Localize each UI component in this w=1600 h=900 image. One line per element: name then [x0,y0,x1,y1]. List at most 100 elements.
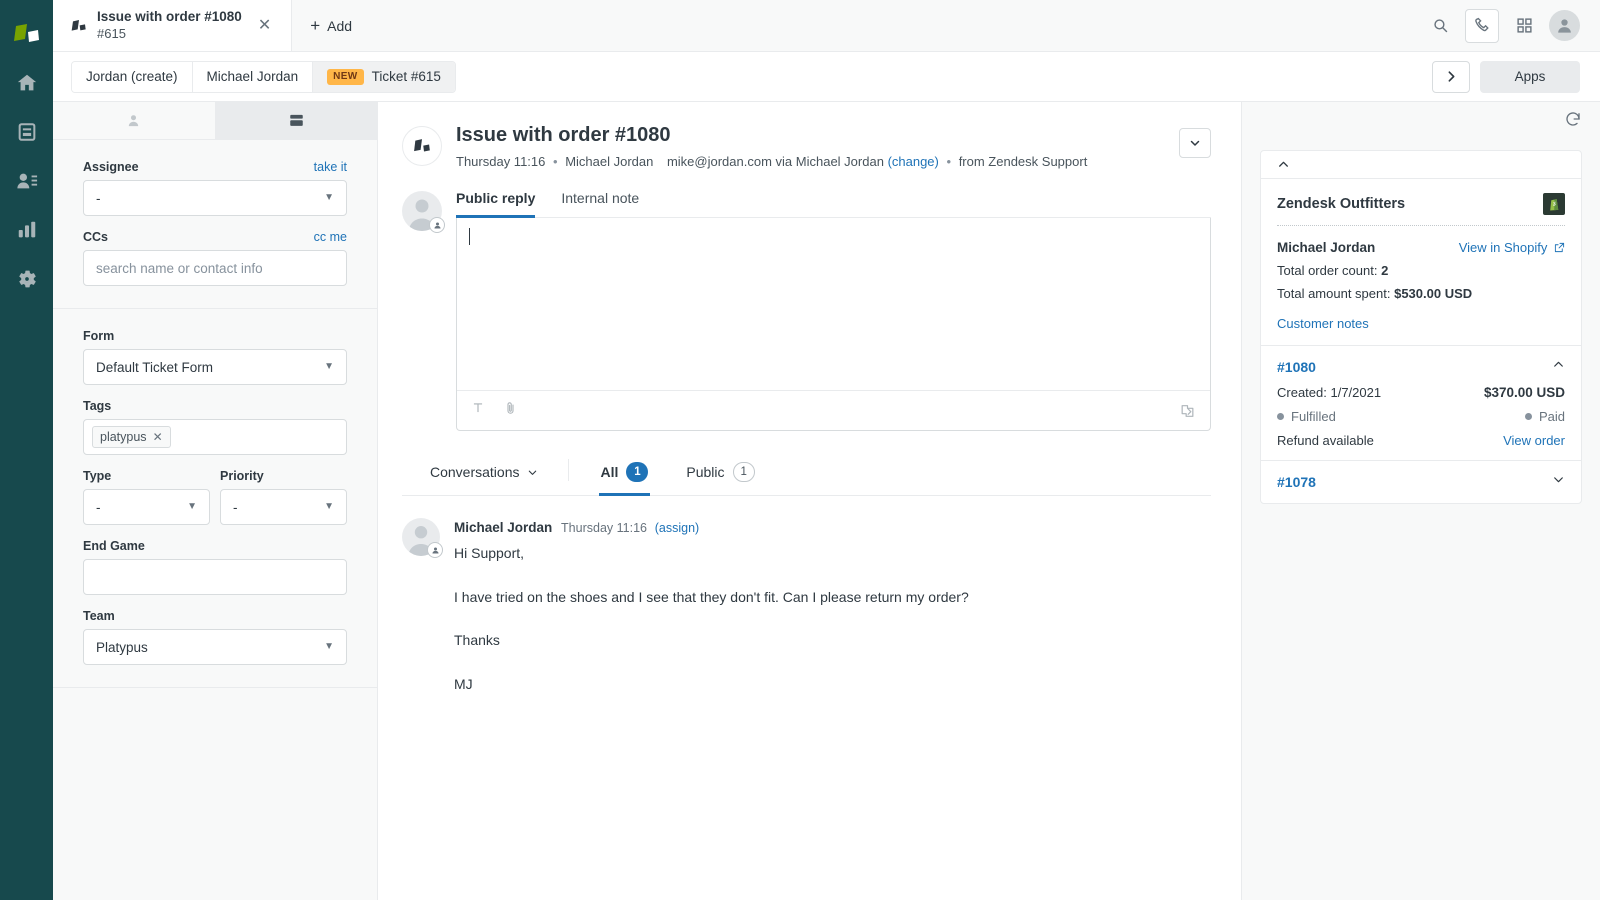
search-icon[interactable] [1423,9,1457,43]
refresh-icon[interactable] [1564,110,1582,133]
breadcrumb-item-1[interactable]: Michael Jordan [193,62,314,92]
form-label: Form [83,329,114,343]
tag-chip[interactable]: platypus ✕ [92,426,171,448]
tab-all-comments[interactable]: All 1 [599,458,651,496]
breadcrumb-label: Michael Jordan [207,69,299,84]
view-order-link[interactable]: View order [1503,433,1565,448]
chevron-up-icon [1277,158,1290,171]
assign-link[interactable]: (assign) [655,521,699,535]
tags-input[interactable]: platypus ✕ [83,419,347,455]
priority-value: - [233,500,324,515]
priority-label: Priority [220,469,264,483]
refund-status: Refund available [1277,433,1374,448]
ticket-options-button[interactable] [1179,128,1211,158]
ticket-icon [412,137,432,156]
message-paragraph: Hi Support, [454,544,1211,564]
breadcrumb-item-0[interactable]: Jordan (create) [72,62,193,92]
user-avatar[interactable] [1549,10,1580,41]
shopify-logo [1543,193,1565,215]
next-chevron-button[interactable] [1432,61,1470,93]
open-ticket-tab[interactable]: Issue with order #1080 #615 ✕ [53,0,292,51]
chevron-down-icon [1552,473,1565,486]
remove-tag-icon[interactable]: ✕ [153,430,163,444]
close-icon[interactable]: ✕ [252,14,277,38]
tab-public-reply[interactable]: Public reply [456,186,535,218]
type-field: Type - ▼ [83,469,210,525]
assignee-select[interactable]: - ▼ [83,180,347,216]
add-tab-button[interactable]: + Add [292,0,370,51]
sidebar-item-home[interactable] [0,58,53,107]
end-game-input[interactable] [83,559,347,595]
tab-internal-note[interactable]: Internal note [561,186,639,218]
app-title-row: Zendesk Outfitters [1261,179,1581,225]
type-select[interactable]: - ▼ [83,489,210,525]
customer-notes-link[interactable]: Customer notes [1277,316,1369,331]
app-collapse-toggle[interactable] [1261,151,1581,179]
external-link-icon [1554,242,1565,253]
sidebar-item-customers[interactable] [0,156,53,205]
add-tab-label: Add [327,18,352,34]
order-id-link[interactable]: #1080 [1277,359,1316,375]
order-collapse-toggle[interactable] [1552,358,1565,376]
form-select[interactable]: Default Ticket Form ▼ [83,349,347,385]
conversation-filter-bar: Conversations All 1 Public 1 [402,457,1211,496]
status-badge: NEW [327,69,364,85]
reply-textarea[interactable] [457,218,1210,390]
tab-ticket-context[interactable] [216,102,378,139]
composer-toolbar [457,390,1210,430]
properties-tabs [53,102,377,140]
zendesk-logo[interactable] [0,10,53,58]
user-icon [126,113,141,128]
ticket-meta: Thursday 11:16 • Michael Jordan mike@jor… [456,154,1165,169]
order-id-link[interactable]: #1078 [1277,474,1316,490]
composer-avatar [402,185,442,431]
breadcrumb-item-2[interactable]: NEW Ticket #615 [313,62,455,92]
message-body: Michael Jordan Thursday 11:16 (assign) H… [454,518,1211,694]
amount-spent-label: Total amount spent: [1277,286,1390,301]
status-dot-icon [1525,413,1532,420]
order-item-1078: #1078 [1261,461,1581,503]
tab-public-comments[interactable]: Public 1 [684,458,757,496]
assignee-value: - [96,191,324,206]
text-cursor [469,228,470,245]
macro-icon[interactable] [1179,403,1196,419]
ticket-source: from Zendesk Support [959,154,1088,169]
breadcrumb-label: Jordan (create) [86,69,178,84]
ticket-properties-panel: Assignee take it - ▼ CCs cc me [53,102,378,900]
take-it-link[interactable]: take it [314,160,347,174]
team-select[interactable]: Platypus ▼ [83,629,347,665]
sidebar-item-views[interactable] [0,107,53,156]
breadcrumb-label: Ticket #615 [372,69,441,84]
view-in-shopify-link[interactable]: View in Shopify [1459,240,1565,255]
apps-sidebar-toolbar [1242,102,1600,140]
ccs-input[interactable]: search name or contact info [83,250,347,286]
apps-button[interactable]: Apps [1480,61,1580,93]
priority-field: Priority - ▼ [220,469,347,525]
change-requester-link[interactable]: (change) [888,154,939,169]
amount-spent-value: $530.00 USD [1394,286,1472,301]
requester-badge-icon [429,217,445,233]
zendesk-agent-workspace: Issue with order #1080 #615 ✕ + Add [0,0,1600,900]
order-count-value: 2 [1381,263,1388,278]
message-paragraph: I have tried on the shoes and I see that… [454,588,1211,608]
message-author: Michael Jordan [454,520,552,535]
sidebar-item-reporting[interactable] [0,205,53,254]
order-expand-toggle[interactable] [1552,473,1565,491]
cc-me-link[interactable]: cc me [314,230,347,244]
conversations-dropdown[interactable]: Conversations [402,460,538,492]
chevron-down-icon: ▼ [324,502,334,512]
tab-user-context[interactable] [53,102,216,139]
chevron-down-icon: ▼ [324,193,334,203]
priority-select[interactable]: - ▼ [220,489,347,525]
tab-title: Issue with order #1080 [97,9,242,26]
text-format-icon[interactable] [471,401,485,420]
app-title: Zendesk Outfitters [1277,196,1405,212]
sidebar-item-admin[interactable] [0,254,53,303]
phone-icon[interactable] [1465,9,1499,43]
topbar-actions [1423,0,1600,51]
apps-grid-icon[interactable] [1507,9,1541,43]
plus-icon: + [310,17,320,34]
chevron-down-icon [527,467,538,478]
attachment-icon[interactable] [503,401,518,421]
breadcrumb-actions: Apps [1432,61,1580,93]
